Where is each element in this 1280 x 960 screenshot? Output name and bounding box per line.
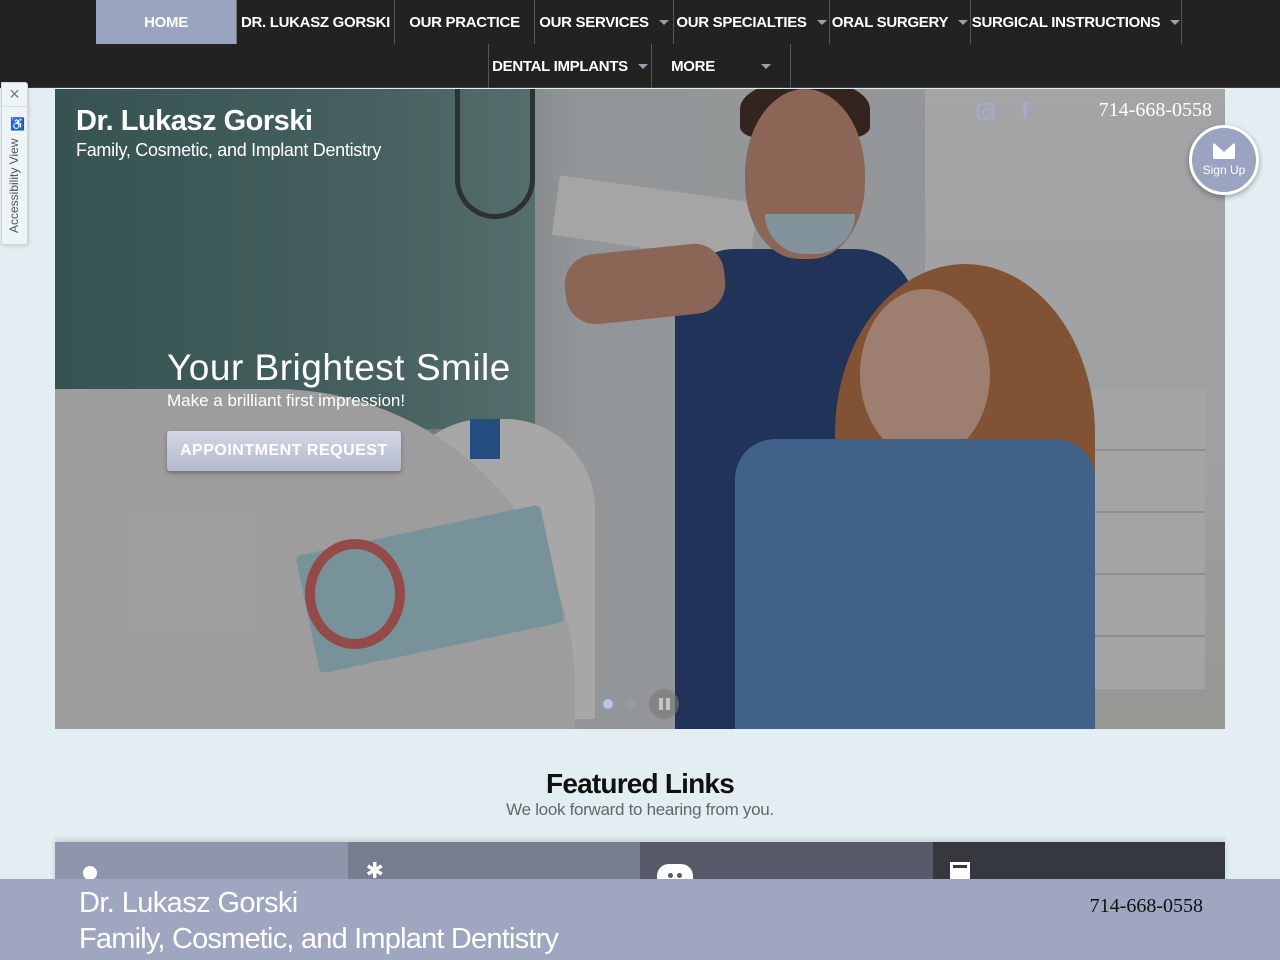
social-links: f <box>975 98 1035 123</box>
featured-links-title: Featured Links <box>546 768 735 799</box>
nav-label: HOME <box>144 13 188 31</box>
header-phone[interactable]: 714-668-0558 <box>1099 99 1212 122</box>
hero-headline: Your Brightest Smile <box>167 347 511 388</box>
caret-down-icon <box>658 19 669 25</box>
envelope-icon <box>1213 143 1235 159</box>
caret-down-icon <box>760 63 771 69</box>
sticky-contact-bar: Dr. Lukasz Gorski Family, Cosmetic, and … <box>0 879 1280 960</box>
hero-caption: Your Brightest Smile Make a brilliant fi… <box>167 347 511 471</box>
nav-label: OUR PRACTICE <box>409 13 520 31</box>
nav-label: OUR SPECIALTIES <box>676 13 807 31</box>
nav-item-dr-lukasz-gorski[interactable]: DR. LUKASZ GORSKI <box>237 0 395 44</box>
hero-slider: Dr. Lukasz Gorski Family, Cosmetic, and … <box>55 89 1225 729</box>
facebook-icon[interactable]: f <box>1015 98 1035 123</box>
nav-label: ORAL SURGERY <box>831 13 949 31</box>
nav-item-our-specialties[interactable]: OUR SPECIALTIES <box>674 0 830 44</box>
close-icon[interactable]: × <box>2 83 27 107</box>
nav-row-secondary: DENTAL IMPLANTS MORE <box>488 44 791 88</box>
person-icon <box>83 866 97 880</box>
nav-label: OUR SERVICES <box>539 13 649 31</box>
instagram-icon[interactable] <box>975 101 995 121</box>
hero-subheadline: Make a brilliant first impression! <box>167 391 406 410</box>
appointment-request-button[interactable]: APPOINTMENT REQUEST <box>167 431 401 471</box>
nav-label: SURGICAL INSTRUCTIONS <box>971 13 1161 31</box>
nav-item-our-practice[interactable]: OUR PRACTICE <box>395 0 535 44</box>
main-navigation: HOME DR. LUKASZ GORSKI OUR PRACTICE OUR … <box>0 0 1280 88</box>
nav-label: DENTAL IMPLANTS <box>492 57 628 75</box>
nav-item-oral-surgery[interactable]: ORAL SURGERY <box>830 0 971 44</box>
sign-up-button[interactable]: Sign Up <box>1189 125 1259 195</box>
caret-down-icon <box>816 19 827 25</box>
brand-name[interactable]: Dr. Lukasz Gorski <box>76 105 381 138</box>
slide-dot-1[interactable] <box>603 699 613 709</box>
slider-controls <box>603 689 679 719</box>
sticky-brand-tagline: Family, Cosmetic, and Implant Dentistry <box>79 923 559 955</box>
nav-item-surgical-instructions[interactable]: SURGICAL INSTRUCTIONS <box>971 0 1182 44</box>
sign-up-label: Sign Up <box>1202 163 1246 177</box>
hero-brand: Dr. Lukasz Gorski Family, Cosmetic, and … <box>76 105 381 161</box>
nav-item-more[interactable]: MORE <box>652 44 791 88</box>
nav-label: MORE <box>671 57 715 75</box>
nav-label: DR. LUKASZ GORSKI <box>240 13 391 31</box>
brand-tagline: Family, Cosmetic, and Implant Dentistry <box>76 140 382 160</box>
nav-item-dental-implants[interactable]: DENTAL IMPLANTS <box>488 44 652 88</box>
caret-down-icon <box>958 19 969 25</box>
nav-item-our-services[interactable]: OUR SERVICES <box>535 0 674 44</box>
nav-row-primary: HOME DR. LUKASZ GORSKI OUR PRACTICE OUR … <box>96 0 1182 44</box>
caret-down-icon <box>1170 19 1181 25</box>
caret-down-icon <box>637 63 648 69</box>
accessibility-view-tab[interactable]: × ♿ Accessibility View <box>1 82 28 245</box>
sticky-brand-name: Dr. Lukasz Gorski <box>79 887 298 919</box>
slide-dot-2[interactable] <box>626 699 636 709</box>
wheelchair-icon: ♿ <box>10 117 25 131</box>
sticky-phone[interactable]: 714-668-0558 <box>1090 895 1203 918</box>
pause-icon[interactable] <box>649 689 679 719</box>
featured-links-subtitle: We look forward to hearing from you. <box>506 800 774 819</box>
accessibility-view-label[interactable]: Accessibility View <box>7 139 21 233</box>
nav-item-home[interactable]: HOME <box>96 0 237 44</box>
